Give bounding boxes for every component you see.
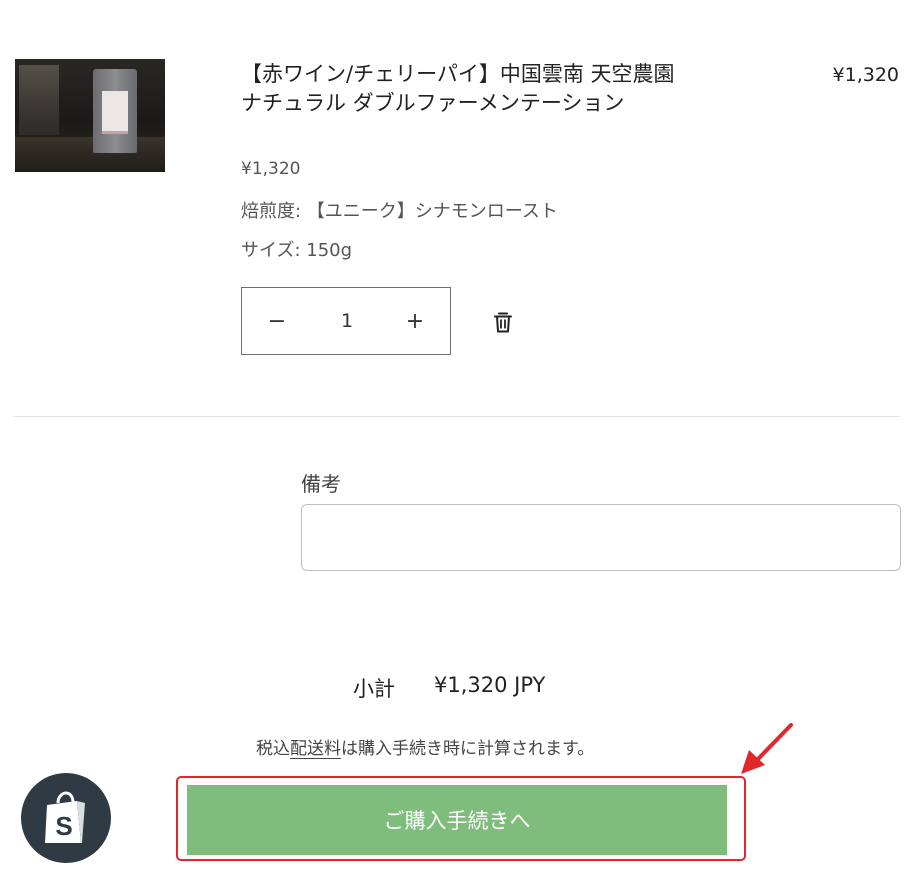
quantity-input[interactable]: 1 <box>312 288 382 354</box>
option-roast: 焙煎度: 【ユニーク】シナモンロースト <box>241 201 558 222</box>
subtotal-value: ¥1,320 JPY <box>434 673 546 697</box>
tax-suffix: は購入手続き時に計算されます。 <box>341 739 595 759</box>
note-textarea[interactable] <box>301 504 901 571</box>
option-size: サイズ: 150g <box>241 240 353 261</box>
quantity-increase-button[interactable]: + <box>380 288 450 354</box>
product-image[interactable] <box>15 59 165 172</box>
tax-shipping-note: 税込配送料は購入手続き時に計算されます。 <box>256 734 594 759</box>
svg-text:S: S <box>55 811 72 841</box>
product-title[interactable]: 【赤ワイン/チェリーパイ】中国雲南 天空農園 ナチュラル ダブルファーメンテーシ… <box>241 60 681 118</box>
red-arrow-icon <box>741 723 793 774</box>
checkout-button[interactable]: ご購入手続きへ <box>187 785 727 855</box>
quantity-decrease-button[interactable]: − <box>242 288 312 354</box>
quantity-stepper: − 1 + <box>241 287 451 355</box>
unit-price: ¥1,320 <box>241 159 301 179</box>
line-total-price: ¥1,320 <box>832 64 899 86</box>
shipping-policy-link[interactable]: 配送料 <box>290 739 341 759</box>
trash-icon[interactable] <box>492 310 514 334</box>
subtotal-label: 小計 <box>353 677 395 701</box>
tax-prefix: 税込 <box>256 739 290 759</box>
note-label: 備考 <box>301 472 341 496</box>
shopify-chat-button[interactable]: S <box>21 773 111 863</box>
divider <box>13 416 900 417</box>
shopify-bag-icon: S <box>45 791 85 843</box>
